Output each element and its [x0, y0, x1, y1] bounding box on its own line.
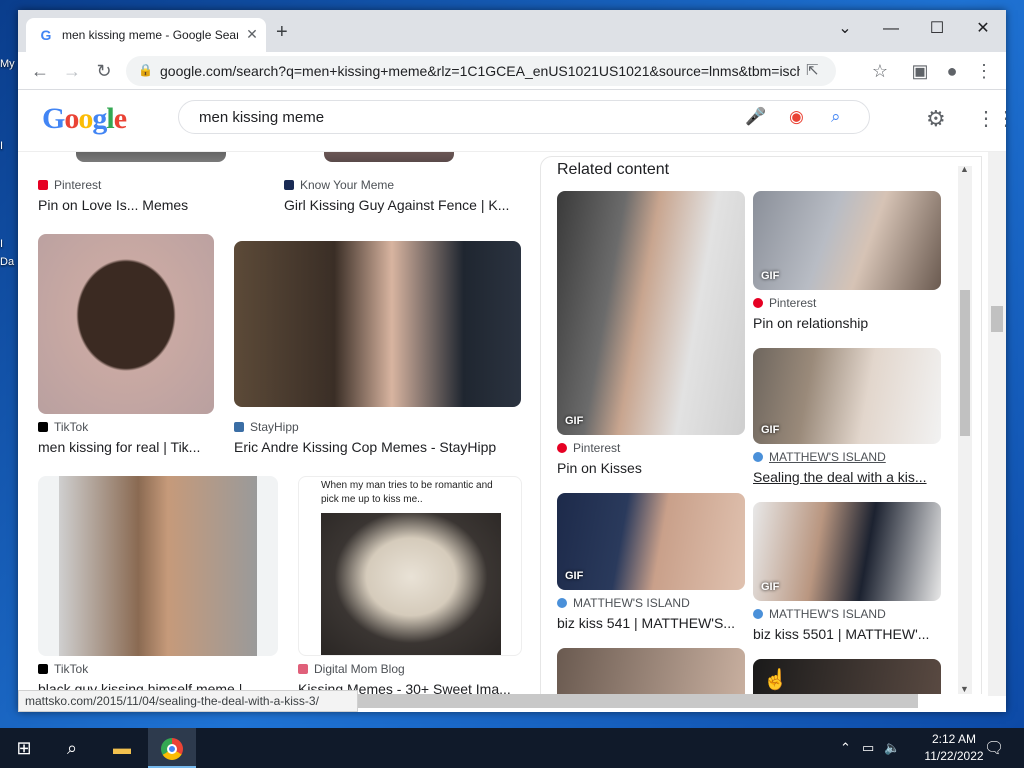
- related-source[interactable]: MATTHEW'S ISLAND: [753, 450, 886, 464]
- windows-start-icon[interactable]: ⊞: [0, 728, 48, 768]
- related-content-panel: Related content GIF Pinterest Pin on Kis…: [540, 156, 982, 694]
- result-thumbnail[interactable]: When my man tries to be romantic and pic…: [298, 476, 522, 656]
- chrome-taskbar-icon[interactable]: [148, 728, 196, 768]
- browser-toolbar: ← → ↻ 🔒 google.com/search?q=men+kissing+…: [18, 52, 1006, 90]
- desktop-icon-label[interactable]: My: [0, 58, 20, 70]
- lock-icon[interactable]: 🔒: [138, 63, 153, 77]
- result-thumbnail[interactable]: [324, 152, 454, 162]
- related-thumbnail[interactable]: GIF: [557, 191, 745, 435]
- apps-grid-icon[interactable]: ⋮⋮: [976, 106, 1006, 131]
- reload-icon[interactable]: ↻: [92, 60, 116, 82]
- desktop-icon-label[interactable]: I: [0, 140, 20, 152]
- result-source[interactable]: TikTok: [38, 662, 88, 676]
- related-thumbnail[interactable]: GIF: [557, 493, 745, 590]
- new-tab-icon[interactable]: +: [276, 22, 288, 42]
- desktop-icon-label[interactable]: Da: [0, 256, 20, 268]
- clock-date: 11/22/2022: [924, 749, 984, 763]
- maximize-icon[interactable]: ☐: [914, 16, 960, 42]
- result-thumbnail[interactable]: [234, 241, 521, 407]
- meme-caption-text: When my man tries to be romantic and pic…: [321, 480, 493, 505]
- result-caption[interactable]: Pin on Love Is... Memes: [38, 197, 238, 213]
- google-favicon-icon: G: [40, 27, 52, 43]
- search-box[interactable]: men kissing meme 🎤 ◉ ⌕: [178, 100, 870, 134]
- gif-badge: GIF: [761, 581, 780, 593]
- search-icon[interactable]: ⌕: [831, 107, 841, 127]
- menu-kebab-icon[interactable]: ⋮: [972, 60, 996, 82]
- image-results: Pinterest Pin on Love Is... Memes Know Y…: [18, 152, 1006, 694]
- browser-window: G men kissing meme - Google Search ✕ + ⌄…: [18, 10, 1006, 712]
- clock-time: 2:12 AM: [931, 732, 977, 746]
- result-source[interactable]: Digital Mom Blog: [298, 662, 405, 676]
- bookmark-star-icon[interactable]: ☆: [868, 60, 892, 82]
- related-thumbnail[interactable]: ☝: [753, 659, 941, 694]
- related-thumbnail[interactable]: GIF: [753, 502, 941, 601]
- related-source[interactable]: MATTHEW'S ISLAND: [557, 596, 690, 610]
- volume-icon[interactable]: 🔈: [884, 740, 900, 756]
- scroll-up-icon[interactable]: ▲: [960, 164, 969, 174]
- taskbar: ⊞ ⌕ ▬ ⌃ ▭ 🔈 2:12 AM 11/22/2022 🗨: [0, 728, 1024, 768]
- page-scrollbar[interactable]: [988, 152, 1006, 696]
- side-panel-icon[interactable]: ▣: [908, 60, 932, 82]
- tab-strip: G men kissing meme - Google Search ✕ + ⌄…: [18, 10, 1006, 52]
- result-caption[interactable]: men kissing for real | Tik...: [38, 439, 214, 455]
- desktop-icon-label[interactable]: I: [0, 238, 20, 250]
- horizontal-scrollbar[interactable]: [358, 694, 918, 708]
- search-icon[interactable]: ⌕: [48, 728, 96, 768]
- gif-badge: GIF: [761, 270, 780, 282]
- related-source[interactable]: MATTHEW'S ISLAND: [753, 607, 886, 621]
- related-thumbnail[interactable]: [557, 648, 745, 694]
- result-thumbnail[interactable]: [38, 234, 214, 414]
- related-panel-scrollbar[interactable]: ▲ ▼: [958, 164, 972, 694]
- related-caption[interactable]: biz kiss 5501 | MATTHEW'...: [753, 626, 941, 642]
- result-source[interactable]: Know Your Meme: [284, 178, 394, 192]
- google-logo[interactable]: Google: [42, 102, 127, 136]
- file-explorer-icon[interactable]: ▬: [98, 728, 146, 768]
- related-source[interactable]: Pinterest: [753, 296, 816, 310]
- google-header: Google men kissing meme 🎤 ◉ ⌕ ⚙ ⋮⋮: [18, 90, 1006, 152]
- share-icon[interactable]: ⇱: [806, 61, 819, 79]
- scroll-down-icon[interactable]: ▼: [960, 684, 969, 694]
- related-caption[interactable]: biz kiss 541 | MATTHEW'S...: [557, 615, 745, 631]
- profile-avatar-icon[interactable]: ●: [940, 60, 964, 82]
- network-icon[interactable]: ▭: [862, 740, 874, 756]
- close-tab-icon[interactable]: ✕: [244, 26, 260, 42]
- address-bar[interactable]: 🔒 google.com/search?q=men+kissing+meme&r…: [126, 56, 836, 86]
- voice-search-icon[interactable]: 🎤: [745, 107, 766, 127]
- clock[interactable]: 2:12 AM 11/22/2022: [924, 731, 984, 765]
- settings-gear-icon[interactable]: ⚙: [926, 106, 946, 132]
- notifications-icon[interactable]: 🗨: [984, 738, 1004, 758]
- back-icon[interactable]: ←: [28, 60, 52, 82]
- tab-search-icon[interactable]: ⌄: [822, 16, 868, 42]
- gif-badge: GIF: [565, 415, 584, 427]
- scroll-thumb[interactable]: [991, 306, 1003, 332]
- related-content-title: Related content: [557, 161, 670, 178]
- result-caption[interactable]: Eric Andre Kissing Cop Memes - StayHipp: [234, 439, 521, 455]
- result-thumbnail[interactable]: [76, 152, 226, 162]
- scroll-thumb[interactable]: [960, 290, 970, 436]
- status-bar-url: mattsko.com/2015/11/04/sealing-the-deal-…: [18, 690, 358, 712]
- gif-badge: GIF: [565, 570, 584, 582]
- related-thumbnail[interactable]: GIF: [753, 191, 941, 290]
- result-thumbnail[interactable]: [38, 476, 278, 656]
- minimize-icon[interactable]: —: [868, 16, 914, 42]
- result-source[interactable]: TikTok: [38, 420, 88, 434]
- tab-active[interactable]: G men kissing meme - Google Search ✕: [26, 18, 266, 52]
- result-caption[interactable]: Girl Kissing Guy Against Fence | K...: [284, 197, 516, 213]
- related-thumbnail[interactable]: GIF: [753, 348, 941, 444]
- gif-badge: GIF: [761, 424, 780, 436]
- result-source[interactable]: Pinterest: [38, 178, 101, 192]
- related-caption[interactable]: Pin on Kisses: [557, 460, 745, 476]
- hand-cursor-icon: ☝: [763, 669, 788, 691]
- show-hidden-icons-icon[interactable]: ⌃: [840, 740, 851, 756]
- result-source[interactable]: StayHipp: [234, 420, 299, 434]
- lens-icon[interactable]: ◉: [789, 107, 804, 127]
- forward-icon[interactable]: →: [60, 60, 84, 82]
- related-source[interactable]: Pinterest: [557, 441, 620, 455]
- close-window-icon[interactable]: ✕: [960, 16, 1006, 42]
- url-text[interactable]: google.com/search?q=men+kissing+meme&rlz…: [160, 63, 800, 79]
- related-caption[interactable]: Pin on relationship: [753, 315, 941, 331]
- tab-title: men kissing meme - Google Search: [62, 28, 238, 42]
- related-caption[interactable]: Sealing the deal with a kis...: [753, 469, 941, 485]
- search-query[interactable]: men kissing meme: [199, 109, 324, 126]
